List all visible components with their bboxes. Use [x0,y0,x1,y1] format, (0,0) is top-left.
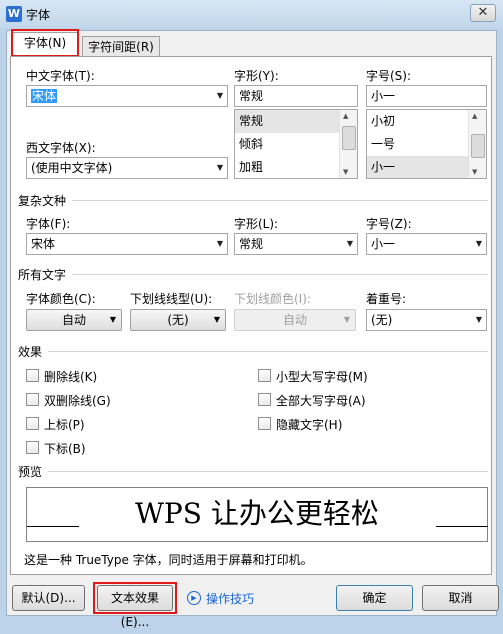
complex-size-label: 字号(Z): [366,217,412,231]
preview-sample-text: WPS 让办公更轻松 [135,497,379,530]
hidden-text-checkbox[interactable] [258,417,271,430]
preview-description: 这是一种 TrueType 字体，同时适用于屏幕和打印机。 [24,553,313,567]
chevron-down-icon: ▼ [216,239,223,248]
strikethrough-label[interactable]: 删除线(K) [44,368,97,385]
highlight-box-text-effects [93,582,177,614]
play-circle-icon[interactable]: ▶ [187,591,201,605]
size-input[interactable]: 小一 [366,85,487,107]
scroll-down-icon[interactable]: ▼ [343,168,348,176]
style-input[interactable]: 常规 [234,85,358,107]
hidden-text-label[interactable]: 隐藏文字(H) [276,416,342,433]
chevron-down-icon: ▼ [475,315,482,324]
superscript-checkbox[interactable] [26,417,39,430]
western-font-label: 西文字体(X): [26,141,96,155]
complex-style-label: 字形(L): [234,217,279,231]
close-icon: ✕ [477,5,489,20]
default-button[interactable]: 默认(D)... [12,585,85,611]
emphasis-mark-label: 着重号: [366,292,407,306]
scrollbar[interactable]: ▲ ▼ [468,110,486,178]
highlight-box-tab [11,29,79,57]
tab-character-spacing[interactable]: 字符间距(R) [82,36,160,58]
scroll-down-icon[interactable]: ▼ [472,168,477,176]
scroll-thumb[interactable] [471,134,485,158]
scroll-up-icon[interactable]: ▲ [472,112,477,120]
title-bar [0,0,503,28]
chevron-down-icon: ▼ [109,315,116,324]
size-label: 字号(S): [366,69,412,83]
complex-size-select[interactable]: 小一 ▼ [366,233,487,255]
tips-link[interactable]: 操作技巧 [206,590,254,607]
chinese-font-select[interactable]: 宋体 ▼ [26,85,228,107]
small-caps-label[interactable]: 小型大写字母(M) [276,368,368,385]
strikethrough-checkbox[interactable] [26,369,39,382]
all-text-section-label: 所有文字 [18,268,67,282]
underline-style-label: 下划线线型(U): [130,292,213,306]
complex-font-select[interactable]: 宋体 ▼ [26,233,228,255]
subscript-label[interactable]: 下标(B) [44,440,86,457]
emphasis-mark-select[interactable]: (无) ▼ [366,309,487,331]
ok-button[interactable]: 确定 [336,585,413,611]
double-strikethrough-checkbox[interactable] [26,393,39,406]
complex-section-label: 复杂文种 [18,194,67,208]
divider [48,351,488,352]
underline-color-label: 下划线颜色(I): [234,292,311,306]
preview-section-label: 预览 [18,465,43,479]
app-icon: W [6,6,22,22]
style-list[interactable]: 常规 倾斜 加粗 ▲ ▼ [234,109,358,179]
complex-style-select[interactable]: 常规 ▼ [234,233,358,255]
chinese-font-label: 中文字体(T): [26,69,95,83]
scrollbar[interactable]: ▲ ▼ [339,110,357,178]
chevron-down-icon: ▼ [213,315,220,324]
double-strikethrough-label[interactable]: 双删除线(G) [44,392,111,409]
divider [48,471,488,472]
size-list[interactable]: 小初 一号 小一 ▲ ▼ [366,109,487,179]
subscript-checkbox[interactable] [26,441,39,454]
preview-box: WPS 让办公更轻松 [26,487,488,542]
chevron-down-icon: ▼ [216,91,223,100]
western-font-select[interactable]: (使用中文字体) ▼ [26,157,228,179]
complex-font-label: 字体(F): [26,217,71,231]
font-color-label: 字体颜色(C): [26,292,96,306]
effects-section-label: 效果 [18,345,43,359]
all-caps-checkbox[interactable] [258,393,271,406]
style-label: 字形(Y): [234,69,279,83]
underline-style-button[interactable]: (无) ▼ [130,309,226,331]
underline-color-button: 自动 ▼ [234,309,356,331]
divider [72,274,488,275]
chevron-down-icon: ▼ [343,315,350,324]
chevron-down-icon: ▼ [475,239,482,248]
superscript-label[interactable]: 上标(P) [44,416,85,433]
chevron-down-icon: ▼ [216,163,223,172]
font-color-button[interactable]: 自动 ▼ [26,309,122,331]
window-title: 字体 [26,8,51,22]
divider [72,200,488,201]
chevron-down-icon: ▼ [346,239,353,248]
small-caps-checkbox[interactable] [258,369,271,382]
all-caps-label[interactable]: 全部大写字母(A) [276,392,366,409]
cancel-button[interactable]: 取消 [422,585,499,611]
scroll-thumb[interactable] [342,126,356,150]
scroll-up-icon[interactable]: ▲ [343,112,348,120]
close-button[interactable]: ✕ [470,4,496,22]
